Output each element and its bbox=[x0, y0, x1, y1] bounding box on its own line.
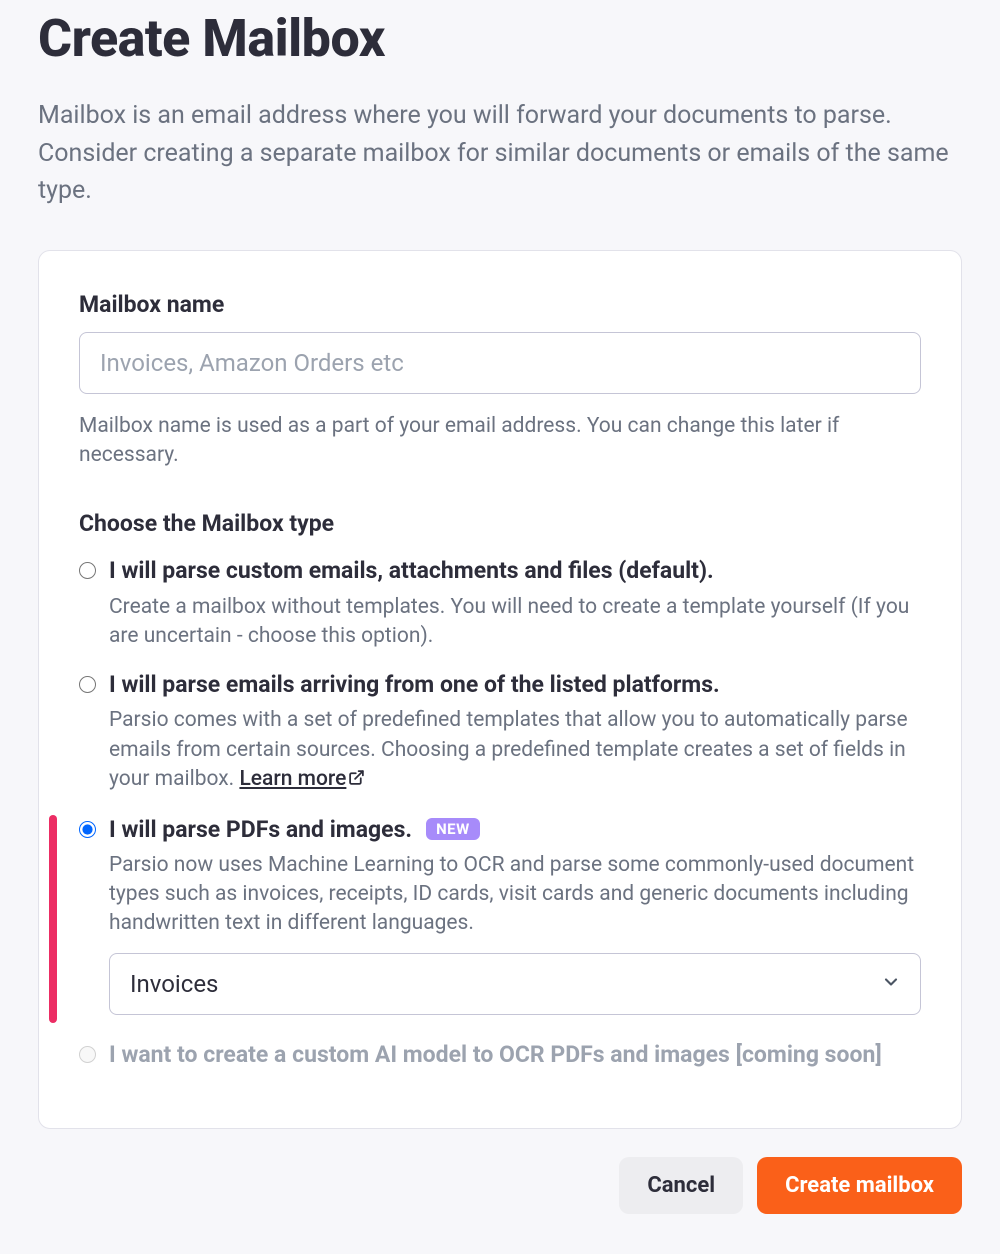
radio-desc-pdf: Parsio now uses Machine Learning to OCR … bbox=[109, 851, 921, 939]
radio-option-custom[interactable]: I will parse custom emails, attachments … bbox=[79, 555, 921, 651]
radio-desc-custom: Create a mailbox without templates. You … bbox=[109, 593, 921, 652]
radio-input-pdf[interactable] bbox=[79, 821, 96, 838]
mailbox-name-label: Mailbox name bbox=[79, 291, 921, 318]
radio-option-custom-ai: I want to create a custom AI model to OC… bbox=[79, 1039, 921, 1070]
radio-input-custom[interactable] bbox=[79, 562, 96, 579]
radio-desc-platforms-text: Parsio comes with a set of predefined te… bbox=[109, 708, 908, 791]
mailbox-name-input[interactable] bbox=[79, 332, 921, 394]
radio-input-custom-ai bbox=[79, 1046, 96, 1063]
radio-title-pdf: I will parse PDFs and images. bbox=[109, 816, 412, 843]
form-card: Mailbox name Mailbox name is used as a p… bbox=[38, 250, 962, 1129]
learn-more-link[interactable]: Learn more bbox=[239, 767, 365, 791]
radio-option-pdf[interactable]: I will parse PDFs and images. NEW Parsio… bbox=[79, 814, 921, 1015]
mailbox-type-radiogroup: I will parse custom emails, attachments … bbox=[79, 555, 921, 1069]
radio-title-custom: I will parse custom emails, attachments … bbox=[109, 557, 714, 584]
create-mailbox-button[interactable]: Create mailbox bbox=[757, 1157, 962, 1214]
mailbox-name-helper: Mailbox name is used as a part of your e… bbox=[79, 412, 921, 471]
radio-title-platforms: I will parse emails arriving from one of… bbox=[109, 671, 720, 698]
footer-actions: Cancel Create mailbox bbox=[38, 1157, 962, 1214]
document-type-select[interactable]: Invoices bbox=[109, 953, 921, 1015]
page-title: Create Mailbox bbox=[38, 10, 962, 67]
mailbox-type-label: Choose the Mailbox type bbox=[79, 510, 921, 537]
radio-title-custom-ai: I want to create a custom AI model to OC… bbox=[109, 1041, 882, 1068]
radio-desc-platforms: Parsio comes with a set of predefined te… bbox=[109, 706, 921, 795]
cancel-button[interactable]: Cancel bbox=[619, 1157, 743, 1214]
radio-input-platforms[interactable] bbox=[79, 676, 96, 693]
highlight-bar bbox=[49, 815, 57, 1023]
external-link-icon bbox=[348, 766, 365, 795]
new-badge: NEW bbox=[426, 818, 480, 840]
page-description: Mailbox is an email address where you wi… bbox=[38, 97, 962, 210]
radio-option-platforms[interactable]: I will parse emails arriving from one of… bbox=[79, 669, 921, 795]
